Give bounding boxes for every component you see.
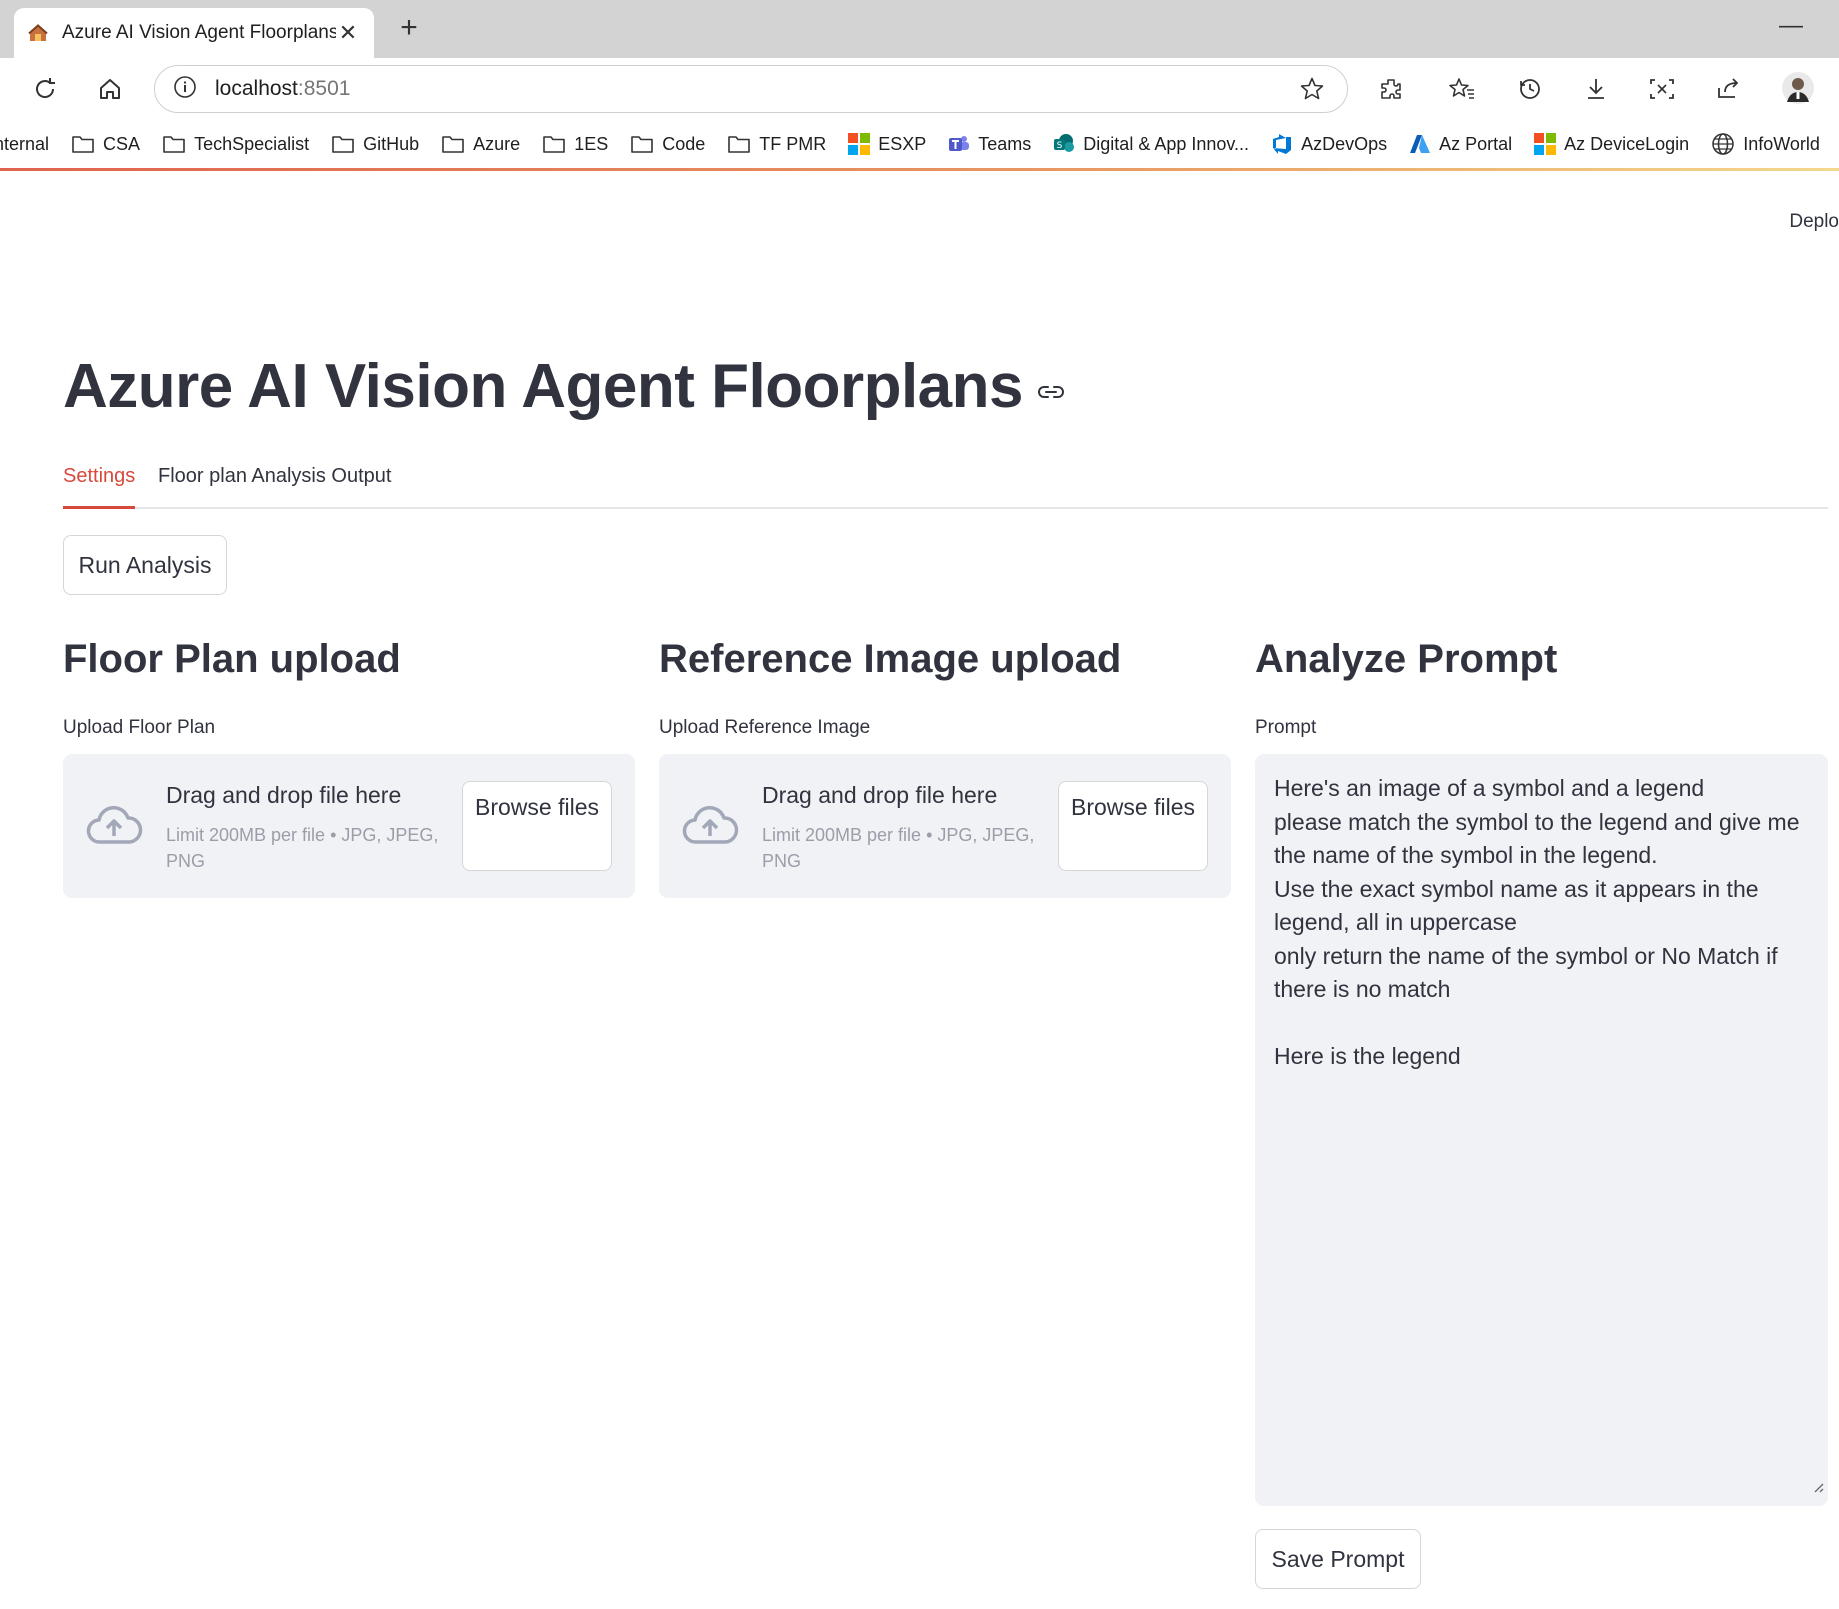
folder-icon bbox=[630, 134, 654, 154]
prompt-textarea[interactable]: Here's an image of a symbol and a legend… bbox=[1255, 754, 1828, 1506]
anchor-link-icon[interactable] bbox=[1037, 384, 1065, 400]
page-title-text: Azure AI Vision Agent Floorplans bbox=[63, 352, 1024, 421]
bookmark-digital-app-innov[interactable]: S Digital & App Innov... bbox=[1053, 133, 1249, 155]
cloud-upload-icon bbox=[85, 802, 143, 851]
prompt-text: Here's an image of a symbol and a legend… bbox=[1274, 775, 1800, 1069]
share-icon[interactable] bbox=[1711, 72, 1745, 106]
folder-icon bbox=[71, 134, 95, 154]
tab-settings[interactable]: Settings bbox=[63, 465, 136, 509]
extensions-icon[interactable] bbox=[1374, 72, 1408, 106]
url-port: :8501 bbox=[297, 77, 351, 100]
analyze-prompt-heading: Analyze Prompt bbox=[1255, 637, 1558, 681]
bookmark-code[interactable]: Code bbox=[630, 134, 705, 155]
folder-icon bbox=[542, 134, 566, 154]
bookmark-label: nternal bbox=[0, 133, 50, 154]
browse-files-button[interactable]: Browse files bbox=[1058, 781, 1208, 871]
bookmark-github[interactable]: GitHub bbox=[331, 134, 419, 155]
tab-close-icon[interactable]: ✕ bbox=[336, 20, 360, 46]
tab-floor-plan-analysis-output[interactable]: Floor plan Analysis Output bbox=[158, 465, 391, 509]
bookmark-label: Digital & App Innov... bbox=[1083, 133, 1250, 154]
history-icon[interactable] bbox=[1513, 72, 1547, 106]
house-favicon-icon bbox=[28, 23, 48, 43]
tab-bar: Settings Floor plan Analysis Output bbox=[63, 455, 1828, 509]
address-bar[interactable]: localhost:8501 bbox=[154, 65, 1348, 113]
bookmark-label: InfoWorld bbox=[1743, 133, 1820, 154]
azure-devops-icon bbox=[1271, 133, 1293, 155]
url-host: localhost bbox=[215, 77, 298, 100]
folder-icon bbox=[162, 134, 186, 154]
teams-icon bbox=[948, 133, 970, 155]
bookmark-label: Azure bbox=[473, 133, 521, 154]
tab-title: Azure AI Vision Agent Floorplans bbox=[62, 22, 336, 43]
bookmark-label: AzDevOps bbox=[1301, 133, 1388, 154]
bookmark-internal[interactable]: nternal bbox=[0, 134, 49, 155]
bookmark-infoworld[interactable]: InfoWorld bbox=[1711, 132, 1820, 156]
bookmark-label: CSA bbox=[103, 133, 141, 154]
cloud-upload-icon bbox=[681, 802, 739, 851]
floor-plan-dropzone[interactable]: Drag and drop file here Limit 200MB per … bbox=[63, 754, 635, 898]
upload-limit-text: Limit 200MB per file • JPG, JPEG, PNG bbox=[166, 825, 439, 871]
bookmark-label: ESXP bbox=[878, 133, 927, 154]
bookmark-csa[interactable]: CSA bbox=[71, 134, 140, 155]
browse-files-button[interactable]: Browse files bbox=[462, 781, 612, 871]
new-tab-button[interactable]: + bbox=[392, 12, 426, 46]
drop-instruction: Drag and drop file here bbox=[762, 782, 998, 808]
sharepoint-icon: S bbox=[1053, 133, 1075, 155]
deploy-button[interactable]: Deplo bbox=[1789, 211, 1839, 233]
bookmark-az-devicelogin[interactable]: Az DeviceLogin bbox=[1534, 133, 1689, 155]
resize-handle-icon[interactable] bbox=[1812, 1469, 1824, 1503]
bookmark-label: Code bbox=[662, 133, 706, 154]
bookmark-tf-pmr[interactable]: TF PMR bbox=[727, 134, 826, 155]
streamlit-app: Deplo Azure AI Vision Agent Floorplans S… bbox=[0, 171, 1839, 1609]
folder-icon bbox=[727, 134, 751, 154]
home-icon[interactable] bbox=[93, 72, 127, 106]
bookmark-azure[interactable]: Azure bbox=[441, 134, 520, 155]
bookmarks-bar: nternal CSA TechSpecialist GitHub Azure … bbox=[0, 120, 1839, 168]
bookmark-label: Az DeviceLogin bbox=[1564, 133, 1690, 154]
microsoft-logo-icon bbox=[848, 133, 871, 155]
save-prompt-button[interactable]: Save Prompt bbox=[1255, 1529, 1421, 1589]
folder-icon bbox=[331, 134, 355, 154]
bookmark-label: 1ES bbox=[574, 133, 609, 154]
azure-icon bbox=[1409, 133, 1431, 155]
folder-icon bbox=[441, 134, 465, 154]
favorite-star-icon[interactable] bbox=[1299, 76, 1325, 107]
browser-tab[interactable]: Azure AI Vision Agent Floorplans ✕ bbox=[14, 8, 374, 58]
bookmark-label: TechSpecialist bbox=[194, 133, 310, 154]
prompt-label: Prompt bbox=[1255, 717, 1317, 738]
screenshot-icon[interactable] bbox=[1645, 72, 1679, 106]
microsoft-logo-icon bbox=[1534, 133, 1557, 155]
browser-tabstrip: Azure AI Vision Agent Floorplans ✕ + — bbox=[0, 0, 1839, 58]
upload-limit-text: Limit 200MB per file • JPG, JPEG, PNG bbox=[762, 825, 1035, 871]
downloads-icon[interactable] bbox=[1579, 72, 1613, 106]
minimize-button[interactable]: — bbox=[1779, 12, 1803, 40]
floor-plan-upload-heading: Floor Plan upload bbox=[63, 637, 401, 681]
drop-instruction: Drag and drop file here bbox=[166, 782, 402, 808]
browser-toolbar: localhost:8501 bbox=[0, 58, 1839, 120]
reference-image-dropzone[interactable]: Drag and drop file here Limit 200MB per … bbox=[659, 754, 1231, 898]
upload-floor-plan-label: Upload Floor Plan bbox=[63, 717, 216, 738]
bookmark-label: Teams bbox=[978, 133, 1032, 154]
bookmark-techspecialist[interactable]: TechSpecialist bbox=[162, 134, 309, 155]
reference-image-upload-heading: Reference Image upload bbox=[659, 637, 1122, 681]
bookmark-label: GitHub bbox=[363, 133, 420, 154]
profile-avatar[interactable] bbox=[1780, 70, 1816, 106]
bookmark-azdevops[interactable]: AzDevOps bbox=[1271, 133, 1387, 155]
bookmark-esxp[interactable]: ESXP bbox=[848, 133, 926, 155]
bookmark-az-portal[interactable]: Az Portal bbox=[1409, 133, 1512, 155]
favorites-icon[interactable] bbox=[1445, 72, 1479, 106]
bookmark-1es[interactable]: 1ES bbox=[542, 134, 608, 155]
reload-icon[interactable] bbox=[28, 72, 62, 106]
globe-icon bbox=[1711, 132, 1735, 156]
page-title: Azure AI Vision Agent Floorplans bbox=[63, 351, 1065, 422]
upload-reference-image-label: Upload Reference Image bbox=[659, 717, 871, 738]
bookmark-teams[interactable]: Teams bbox=[948, 133, 1031, 155]
bookmark-label: TF PMR bbox=[759, 133, 827, 154]
site-info-icon[interactable] bbox=[173, 75, 197, 104]
run-analysis-button[interactable]: Run Analysis bbox=[63, 535, 227, 595]
bookmark-label: Az Portal bbox=[1439, 133, 1513, 154]
svg-text:S: S bbox=[1057, 141, 1063, 151]
